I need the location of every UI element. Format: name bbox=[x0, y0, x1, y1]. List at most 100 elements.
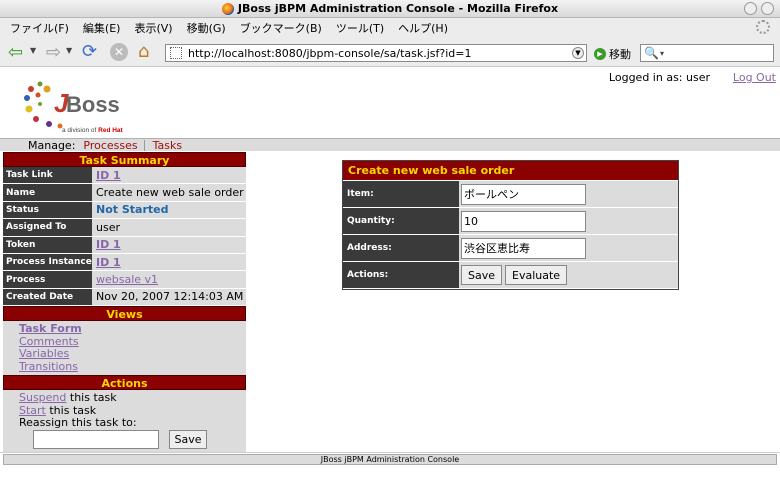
task-link[interactable]: ID 1 bbox=[96, 169, 121, 182]
reassign-save-button[interactable]: Save bbox=[169, 430, 207, 450]
address-input[interactable]: 渋谷区恵比寿 bbox=[461, 237, 586, 259]
views-list: Task Form Comments Variables Transitions bbox=[3, 321, 246, 376]
form-label: Item: bbox=[343, 181, 459, 207]
logo-tagline: a division of Red Hat bbox=[62, 127, 124, 134]
reassign-label: Reassign this task to: bbox=[19, 416, 137, 430]
summary-label: Status bbox=[3, 201, 92, 219]
summary-label: Process bbox=[3, 271, 92, 288]
summary-label: Assigned To bbox=[3, 219, 92, 236]
manage-bar: Manage: Processes Tasks bbox=[0, 138, 780, 152]
view-transitions-link[interactable]: Transitions bbox=[19, 360, 246, 374]
quantity-input[interactable]: 10 bbox=[461, 210, 586, 232]
menu-help[interactable]: ヘルプ(H) bbox=[398, 20, 448, 36]
window-title-text: JBoss jBPM Administration Console - Mozi… bbox=[237, 2, 559, 15]
window-title: JBoss jBPM Administration Console - Mozi… bbox=[221, 2, 559, 15]
task-form-panel: Create new web sale order Item: ボールペン Qu… bbox=[342, 160, 679, 290]
close-button[interactable] bbox=[761, 2, 774, 15]
forward-dropdown-icon[interactable]: ▼ bbox=[66, 46, 72, 55]
form-label: Address: bbox=[343, 235, 459, 261]
page-footer: JBoss jBPM Administration Console bbox=[3, 454, 777, 465]
form-save-button[interactable]: Save bbox=[461, 265, 503, 285]
task-name: Create new web sale order bbox=[92, 184, 246, 201]
logout-link[interactable]: Log Out bbox=[733, 71, 776, 84]
form-row-quantity: Quantity: 10 bbox=[343, 207, 678, 234]
minimize-button[interactable] bbox=[744, 2, 757, 15]
page-content: J Boss a division of Red Hat Logged in a… bbox=[0, 68, 780, 497]
window-titlebar: JBoss jBPM Administration Console - Mozi… bbox=[0, 0, 780, 18]
summary-label: Created Date bbox=[3, 288, 92, 306]
summary-row-task-link: Task Link ID 1 bbox=[3, 167, 246, 185]
view-variables-link[interactable]: Variables bbox=[19, 348, 246, 361]
start-text: this task bbox=[45, 403, 97, 417]
menu-edit[interactable]: 編集(E) bbox=[83, 20, 121, 36]
summary-row-assigned: Assigned To user bbox=[3, 219, 246, 237]
task-status: Not Started bbox=[96, 203, 169, 217]
menu-file[interactable]: ファイル(F) bbox=[10, 20, 69, 36]
summary-row-status: Status Not Started bbox=[3, 201, 246, 220]
actions-header: Actions bbox=[3, 375, 246, 391]
menu-bookmarks[interactable]: ブックマーク(B) bbox=[240, 20, 322, 36]
stop-icon[interactable]: ✕ bbox=[110, 43, 128, 61]
tasks-link[interactable]: Tasks bbox=[153, 139, 182, 152]
form-row-actions: Actions: Save Evaluate bbox=[343, 261, 678, 288]
jboss-logo: J Boss a division of Red Hat bbox=[24, 81, 124, 134]
go-label: 移動 bbox=[609, 48, 631, 61]
navigation-toolbar: ⇦ ▼ ⇨ ▼ ⟳ ✕ ⌂ http://localhost:8080/jbpm… bbox=[0, 37, 780, 67]
token-link[interactable]: ID 1 bbox=[96, 238, 121, 251]
url-bar[interactable]: http://localhost:8080/jbpm-console/sa/ta… bbox=[165, 44, 587, 62]
views-header: Views bbox=[3, 306, 246, 322]
created-date: Nov 20, 2007 12:14:03 AM bbox=[92, 288, 246, 306]
search-box[interactable]: 🔍 ▾ bbox=[640, 44, 774, 62]
suspend-text: this task bbox=[66, 391, 117, 405]
process-instance-link[interactable]: ID 1 bbox=[96, 256, 121, 269]
form-label: Quantity: bbox=[343, 208, 459, 234]
manage-divider bbox=[143, 139, 145, 151]
firefox-icon bbox=[221, 2, 234, 15]
throbber-icon bbox=[756, 20, 770, 34]
reload-icon[interactable]: ⟳ bbox=[82, 41, 97, 62]
go-icon: ▶ bbox=[594, 48, 606, 60]
summary-label: Token bbox=[3, 236, 92, 253]
summary-row-instance: Process Instance ID 1 bbox=[3, 253, 246, 272]
form-row-address: Address: 渋谷区恵比寿 bbox=[343, 234, 678, 261]
search-engine-dropdown-icon[interactable]: ▾ bbox=[660, 49, 664, 58]
summary-label: Task Link bbox=[3, 167, 92, 184]
menu-go[interactable]: 移動(G) bbox=[187, 20, 226, 36]
back-arrow-icon[interactable]: ⇦ bbox=[8, 42, 23, 63]
start-link[interactable]: Start bbox=[19, 404, 46, 417]
menu-bar: ファイル(F) 編集(E) 表示(V) 移動(G) ブックマーク(B) ツール(… bbox=[0, 18, 780, 37]
form-label: Actions: bbox=[343, 262, 459, 288]
home-icon[interactable]: ⌂ bbox=[138, 41, 149, 62]
form-row-item: Item: ボールペン bbox=[343, 180, 678, 207]
summary-row-name: Name Create new web sale order bbox=[3, 184, 246, 202]
processes-link[interactable]: Processes bbox=[83, 139, 137, 152]
summary-row-process: Process websale v1 bbox=[3, 271, 246, 289]
reassign-input[interactable] bbox=[33, 430, 159, 450]
suspend-link[interactable]: Suspend bbox=[19, 391, 66, 404]
logo-wordmark: Boss bbox=[66, 92, 120, 117]
view-task-form-link[interactable]: Task Form bbox=[19, 323, 246, 336]
summary-label: Name bbox=[3, 184, 92, 201]
form-title: Create new web sale order bbox=[343, 161, 678, 180]
logged-in-status: Logged in as: user bbox=[608, 71, 710, 84]
go-button[interactable]: ▶ 移動 bbox=[594, 46, 631, 62]
menu-view[interactable]: 表示(V) bbox=[134, 20, 172, 36]
task-assignee: user bbox=[92, 219, 246, 236]
url-text: http://localhost:8080/jbpm-console/sa/ta… bbox=[188, 46, 472, 60]
summary-row-created: Created Date Nov 20, 2007 12:14:03 AM bbox=[3, 288, 246, 307]
window-controls bbox=[744, 2, 774, 15]
task-summary-header: Task Summary bbox=[3, 152, 246, 167]
evaluate-button[interactable]: Evaluate bbox=[505, 265, 568, 285]
page-icon bbox=[170, 47, 182, 59]
back-dropdown-icon[interactable]: ▼ bbox=[30, 46, 36, 55]
url-dropdown-icon[interactable]: ▼ bbox=[572, 47, 584, 59]
page-divider bbox=[0, 452, 780, 453]
process-link[interactable]: websale v1 bbox=[96, 273, 158, 286]
item-input[interactable]: ボールペン bbox=[461, 183, 586, 205]
search-icon: 🔍 bbox=[644, 46, 659, 60]
forward-arrow-icon[interactable]: ⇨ bbox=[46, 42, 61, 63]
summary-row-token: Token ID 1 bbox=[3, 236, 246, 254]
menu-tools[interactable]: ツール(T) bbox=[336, 20, 384, 36]
task-sidebar: Task Summary Task Link ID 1 Name Create … bbox=[3, 152, 246, 453]
summary-label: Process Instance bbox=[3, 253, 92, 271]
